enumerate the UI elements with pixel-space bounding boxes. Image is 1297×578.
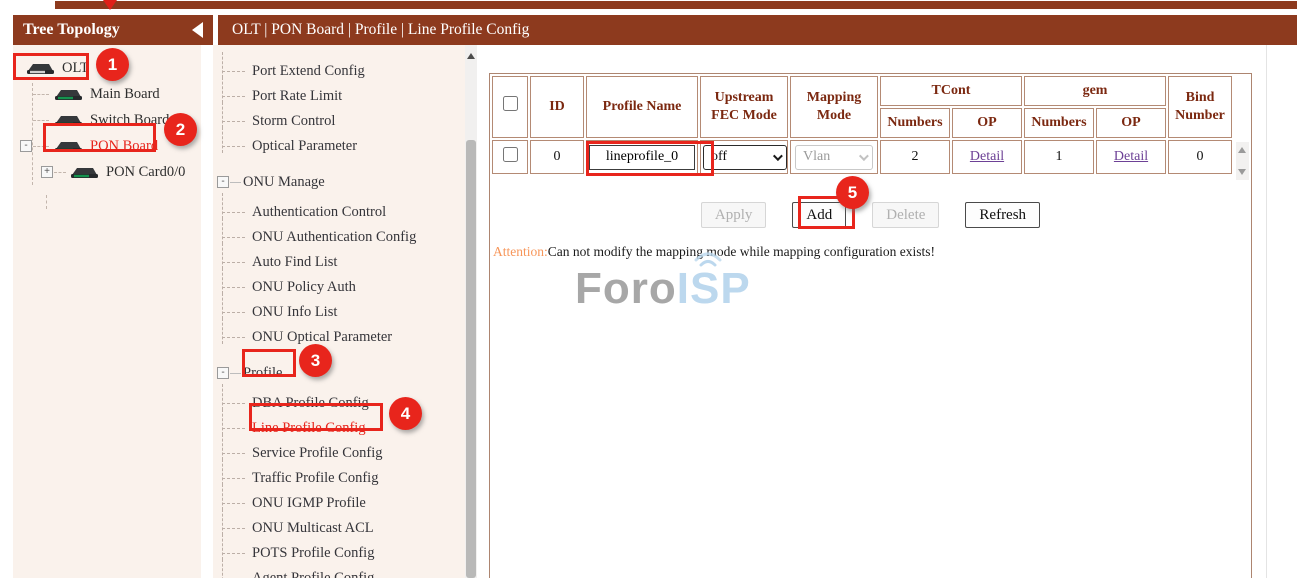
nav-tree: Port Extend ConfigPort Rate LimitStorm C… [213, 45, 477, 578]
tree-node-pon-card0-0[interactable]: + PON Card0/0 [13, 159, 201, 185]
collapse-icon[interactable]: - [20, 140, 32, 152]
tree-node-label: OLT [59, 59, 92, 78]
board-device-icon [53, 88, 83, 101]
top-strip [55, 1, 1297, 9]
nav-item-port-extend-config[interactable]: Port Extend Config [213, 59, 477, 84]
red-arrow-marker [103, 0, 117, 10]
attention-message: Can not modify the mapping mode while ma… [548, 244, 935, 259]
scroll-up-icon[interactable] [467, 53, 475, 59]
attention-prefix: Attention: [493, 244, 548, 259]
sidebar-title: Tree Topology [23, 21, 120, 39]
gem-detail-link[interactable]: Detail [1114, 149, 1148, 164]
col-header-bind-number: Bind Number [1168, 76, 1232, 138]
nav-item-pots-profile-config[interactable]: POTS Profile Config [213, 541, 477, 566]
nav-item-onu-manage[interactable]: -ONU Manage [213, 170, 477, 195]
table-scrollbar[interactable] [1236, 142, 1249, 180]
line-profile-table: ID Profile Name Upstream FEC Mode Mappin… [490, 74, 1234, 176]
apply-button[interactable]: Apply [701, 202, 767, 228]
scroll-up-icon[interactable] [1238, 147, 1246, 153]
refresh-button[interactable]: Refresh [965, 202, 1040, 228]
content-panel: ID Profile Name Upstream FEC Mode Mappin… [477, 45, 1297, 578]
nav-item-onu-multicast-acl[interactable]: ONU Multicast ACL [213, 516, 477, 541]
table-row: 0 off Vlan [492, 140, 1232, 174]
board-device-icon [69, 166, 99, 179]
row-id: 0 [530, 140, 584, 174]
col-header-mapping-mode: Mapping Mode [790, 76, 878, 138]
button-row: Apply Add Delete Refresh [490, 202, 1251, 228]
chevron-down-icon [773, 151, 783, 161]
col-header-gem-op: OP [1096, 108, 1166, 138]
col-header-upstream-fec: Upstream FEC Mode [700, 76, 788, 138]
sidebar-header: Tree Topology [13, 15, 213, 45]
foroisp-watermark: ForoISP [575, 264, 751, 314]
breadcrumb: OLT | PON Board | Profile | Line Profile… [218, 15, 1297, 45]
delete-button[interactable]: Delete [872, 202, 939, 228]
nav-item-onu-authentication-config[interactable]: ONU Authentication Config [213, 225, 477, 250]
collapse-sidebar-icon[interactable] [192, 22, 203, 38]
line-profile-config-box: ID Profile Name Upstream FEC Mode Mappin… [489, 73, 1252, 578]
col-header-gem-numbers: Numbers [1024, 108, 1094, 138]
nav-item-optical-parameter[interactable]: Optical Parameter [213, 134, 477, 159]
tree-connector-line [46, 195, 47, 209]
mapping-mode-value: Vlan [803, 149, 830, 165]
tree-node-switch-board[interactable]: Switch Board [13, 107, 201, 133]
nav-panel: Port Extend ConfigPort Rate LimitStorm C… [213, 45, 477, 578]
nav-item-port-rate-limit[interactable]: Port Rate Limit [213, 84, 477, 109]
mapping-mode-select[interactable]: Vlan [795, 145, 873, 170]
nav-item-onu-info-list[interactable]: ONU Info List [213, 300, 477, 325]
profile-name-input[interactable] [589, 145, 695, 170]
col-header-gem: gem [1024, 76, 1166, 106]
nav-item-onu-optical-parameter[interactable]: ONU Optical Parameter [213, 325, 477, 350]
bind-number: 0 [1168, 140, 1232, 174]
nav-scrollbar-thumb[interactable] [466, 140, 476, 578]
nav-item-service-profile-config[interactable]: Service Profile Config [213, 441, 477, 466]
nav-item-traffic-profile-config[interactable]: Traffic Profile Config [213, 466, 477, 491]
board-device-icon [53, 114, 83, 127]
scroll-down-icon[interactable] [1238, 169, 1246, 175]
nav-item-onu-policy-auth[interactable]: ONU Policy Auth [213, 275, 477, 300]
tree-node-label: PON Card0/0 [103, 163, 188, 182]
board-device-icon [53, 140, 83, 153]
add-button[interactable]: Add [792, 202, 846, 228]
nav-item-line-profile-config[interactable]: Line Profile Config [213, 416, 477, 441]
breadcrumb-text: OLT | PON Board | Profile | Line Profile… [232, 21, 529, 38]
chevron-down-icon [859, 151, 869, 161]
select-all-cell [492, 76, 528, 138]
col-header-profile-name: Profile Name [586, 76, 698, 138]
tree-node-label: Switch Board [87, 111, 172, 130]
nav-scrollbar[interactable] [465, 45, 477, 578]
collapse-icon[interactable]: - [217, 367, 229, 379]
nav-item-agent-profile-config[interactable]: Agent Profile Config [213, 566, 477, 578]
tree-node-label: Main Board [87, 85, 163, 104]
nav-item-authentication-control[interactable]: Authentication Control [213, 200, 477, 225]
tree-node-pon-board[interactable]: - PON Board [13, 133, 201, 159]
olt-device-icon [25, 62, 55, 75]
nav-item-auto-find-list[interactable]: Auto Find List [213, 250, 477, 275]
app-root: Tree Topology OLT | PON Board | Profile … [0, 0, 1297, 578]
nav-item-storm-control[interactable]: Storm Control [213, 109, 477, 134]
select-all-checkbox[interactable] [503, 96, 518, 111]
tree-node-main-board[interactable]: Main Board [13, 81, 201, 107]
col-header-tcont-numbers: Numbers [880, 108, 950, 138]
expand-icon[interactable]: + [41, 166, 53, 178]
device-tree: OLT Main Board Switch Board - PON Board + PON … [13, 45, 201, 185]
nav-item-onu-igmp-profile[interactable]: ONU IGMP Profile [213, 491, 477, 516]
col-header-tcont: TCont [880, 76, 1022, 106]
nav-item-profile[interactable]: -Profile [213, 361, 477, 386]
gem-numbers: 1 [1024, 140, 1094, 174]
nav-item-dba-profile-config[interactable]: DBA Profile Config [213, 391, 477, 416]
tree-node-label: PON Board [87, 137, 161, 156]
content-divider [1266, 45, 1267, 578]
tree-node-olt[interactable]: OLT [13, 55, 201, 81]
fec-mode-value: off [711, 149, 727, 165]
fec-mode-select[interactable]: off [703, 145, 787, 170]
sidebar-panel: OLT Main Board Switch Board - PON Board + PON … [13, 45, 201, 578]
tcont-detail-link[interactable]: Detail [970, 149, 1004, 164]
col-header-tcont-op: OP [952, 108, 1022, 138]
col-header-id: ID [530, 76, 584, 138]
signal-arcs-icon [691, 250, 725, 268]
row-checkbox[interactable] [503, 147, 518, 162]
tcont-numbers: 2 [880, 140, 950, 174]
collapse-icon[interactable]: - [217, 176, 229, 188]
